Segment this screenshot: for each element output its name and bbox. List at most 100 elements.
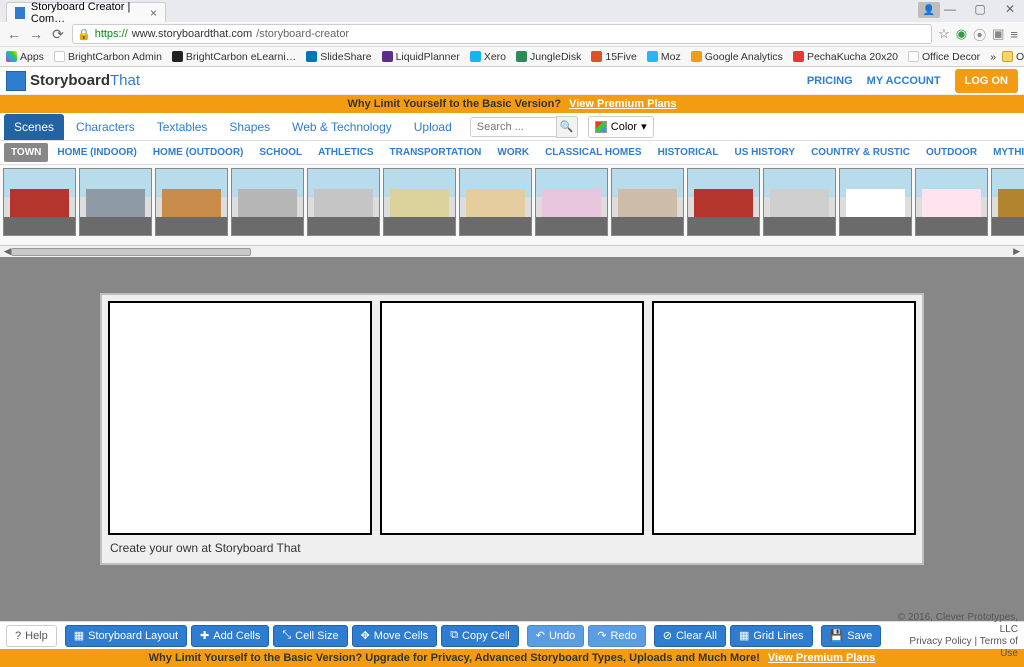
scene-thumb[interactable] xyxy=(611,168,684,236)
bookmark-item[interactable]: Office Decor xyxy=(908,51,980,63)
grid-lines-button[interactable]: ▦Grid Lines xyxy=(730,625,813,647)
privacy-link[interactable]: Privacy Policy xyxy=(909,636,971,647)
scene-thumb[interactable] xyxy=(383,168,456,236)
bookmark-item[interactable]: Xero xyxy=(470,51,506,63)
storyboard-cell[interactable] xyxy=(652,301,916,535)
bookmark-item[interactable]: JungleDisk xyxy=(516,51,581,63)
redo-button[interactable]: ↷Redo xyxy=(588,625,646,647)
tab-close-icon[interactable]: × xyxy=(150,6,157,20)
bookmark-item[interactable]: SlideShare xyxy=(306,51,371,63)
bookmark-item[interactable]: BrightCarbon eLearni… xyxy=(172,51,296,63)
url-input[interactable]: 🔒 https://www.storyboardthat.com/storybo… xyxy=(72,24,932,44)
scroll-right-icon[interactable]: ▶ xyxy=(1013,246,1020,257)
tab-scenes[interactable]: Scenes xyxy=(4,114,64,140)
cat-us-history[interactable]: US HISTORY xyxy=(728,143,803,162)
scene-thumb[interactable] xyxy=(459,168,532,236)
bookmarks-overflow[interactable]: » xyxy=(990,51,996,63)
chrome-menu-icon[interactable]: ≡ xyxy=(1010,27,1018,42)
cat-country-rustic[interactable]: COUNTRY & RUSTIC xyxy=(804,143,917,162)
myaccount-link[interactable]: MY ACCOUNT xyxy=(867,75,941,87)
nav-back-icon[interactable]: ← xyxy=(6,26,22,42)
cat-outdoor[interactable]: OUTDOOR xyxy=(919,143,984,162)
save-button[interactable]: 💾Save xyxy=(821,625,882,647)
tab-textables[interactable]: Textables xyxy=(147,114,218,140)
bookmark-item[interactable]: Google Analytics xyxy=(691,51,783,63)
extension-icon[interactable]: ⦿ xyxy=(973,25,986,44)
window-close-icon[interactable] xyxy=(1000,2,1020,16)
tab-upload[interactable]: Upload xyxy=(404,114,462,140)
scene-thumb[interactable] xyxy=(307,168,380,236)
pricing-link[interactable]: PRICING xyxy=(807,75,853,87)
cat-transportation[interactable]: TRANSPORTATION xyxy=(383,143,489,162)
tab-web-technology[interactable]: Web & Technology xyxy=(282,114,402,140)
move-cells-button[interactable]: ✥Move Cells xyxy=(352,625,438,647)
copy-cell-button[interactable]: ⧉Copy Cell xyxy=(441,625,519,647)
nav-reload-icon[interactable]: ⟳ xyxy=(50,26,66,42)
nav-forward-icon[interactable]: → xyxy=(28,26,44,42)
move-icon: ✥ xyxy=(361,629,370,642)
scene-thumb[interactable] xyxy=(687,168,760,236)
scene-thumb[interactable] xyxy=(535,168,608,236)
scene-thumb[interactable] xyxy=(991,168,1024,236)
scene-thumb[interactable] xyxy=(915,168,988,236)
storyboard-cell[interactable] xyxy=(108,301,372,535)
scene-thumb[interactable] xyxy=(155,168,228,236)
storyboard-layout-button[interactable]: ▦Storyboard Layout xyxy=(65,625,187,647)
scene-strip-scrollbar[interactable]: ◀ ▶ xyxy=(0,245,1024,257)
search-input[interactable] xyxy=(470,117,556,137)
scene-thumb[interactable] xyxy=(763,168,836,236)
extension-icon[interactable]: ▣ xyxy=(992,26,1004,42)
scene-thumb[interactable] xyxy=(231,168,304,236)
promo-link[interactable]: View Premium Plans xyxy=(569,98,676,110)
bookmark-item[interactable]: 15Five xyxy=(591,51,637,63)
cell-size-button[interactable]: ⤡Cell Size xyxy=(273,625,347,647)
lock-icon: 🔒 xyxy=(77,28,91,41)
bookmark-label: LiquidPlanner xyxy=(396,51,460,63)
undo-button[interactable]: ↶Undo xyxy=(527,625,585,647)
cat-classical-homes[interactable]: CLASSICAL HOMES xyxy=(538,143,649,162)
other-bookmarks[interactable]: Other bookmarks xyxy=(1002,51,1024,63)
cat-school[interactable]: SCHOOL xyxy=(252,143,309,162)
color-dropdown[interactable]: Color ▾ xyxy=(588,116,654,138)
star-icon[interactable]: ☆ xyxy=(938,26,950,42)
cat-athletics[interactable]: ATHLETICS xyxy=(311,143,380,162)
copyright-text: © 2016, Clever Prototypes, LLC xyxy=(889,612,1018,636)
help-button[interactable]: ?Help xyxy=(6,625,57,647)
footer-sep: | xyxy=(972,636,980,647)
window-minimize-icon[interactable] xyxy=(940,2,960,16)
cat-historical[interactable]: HISTORICAL xyxy=(651,143,726,162)
extension-icon[interactable]: ◉ xyxy=(956,26,967,42)
bookmark-item[interactable]: LiquidPlanner xyxy=(382,51,460,63)
cat-home-outdoor[interactable]: HOME (OUTDOOR) xyxy=(146,143,251,162)
scene-thumb[interactable] xyxy=(79,168,152,236)
scene-thumb[interactable] xyxy=(3,168,76,236)
bookmark-label: BrightCarbon eLearni… xyxy=(186,51,296,63)
storyboard-cell[interactable] xyxy=(380,301,644,535)
bookmark-item[interactable]: Moz xyxy=(647,51,681,63)
bookmark-item[interactable]: PechaKucha 20x20 xyxy=(793,51,898,63)
browser-tab[interactable]: Storyboard Creator | Com… × xyxy=(6,2,166,22)
add-cells-button[interactable]: ✚Add Cells xyxy=(191,625,269,647)
logon-button[interactable]: LOG ON xyxy=(955,69,1018,93)
btn-label: Add Cells xyxy=(213,630,260,642)
scrollbar-thumb[interactable] xyxy=(11,248,251,256)
cat-home-indoor[interactable]: HOME (INDOOR) xyxy=(50,143,143,162)
scene-thumb[interactable] xyxy=(839,168,912,236)
scroll-left-icon[interactable]: ◀ xyxy=(4,246,11,257)
bookmark-label: BrightCarbon Admin xyxy=(68,51,162,63)
bookmarks-apps[interactable]: Apps xyxy=(6,51,44,63)
site-logo[interactable]: StoryboardThat xyxy=(6,71,140,91)
chrome-user-icon[interactable] xyxy=(918,2,940,18)
clear-all-button[interactable]: ⊘Clear All xyxy=(654,625,726,647)
copy-icon: ⧉ xyxy=(450,629,458,642)
bookmark-item[interactable]: BrightCarbon Admin xyxy=(54,51,162,63)
cat-town[interactable]: TOWN xyxy=(4,143,48,162)
tab-characters[interactable]: Characters xyxy=(66,114,145,140)
window-maximize-icon[interactable] xyxy=(970,2,990,16)
cat-work[interactable]: WORK xyxy=(490,143,536,162)
address-extensions: ☆ ◉ ⦿ ▣ ≡ xyxy=(938,25,1018,44)
tab-shapes[interactable]: Shapes xyxy=(219,114,280,140)
terms-link[interactable]: Terms of Use xyxy=(980,636,1018,659)
search-button[interactable]: 🔍 xyxy=(556,116,578,138)
cat-mythical-futuristic[interactable]: MYTHICAL & FUTURISTIC xyxy=(986,143,1024,162)
